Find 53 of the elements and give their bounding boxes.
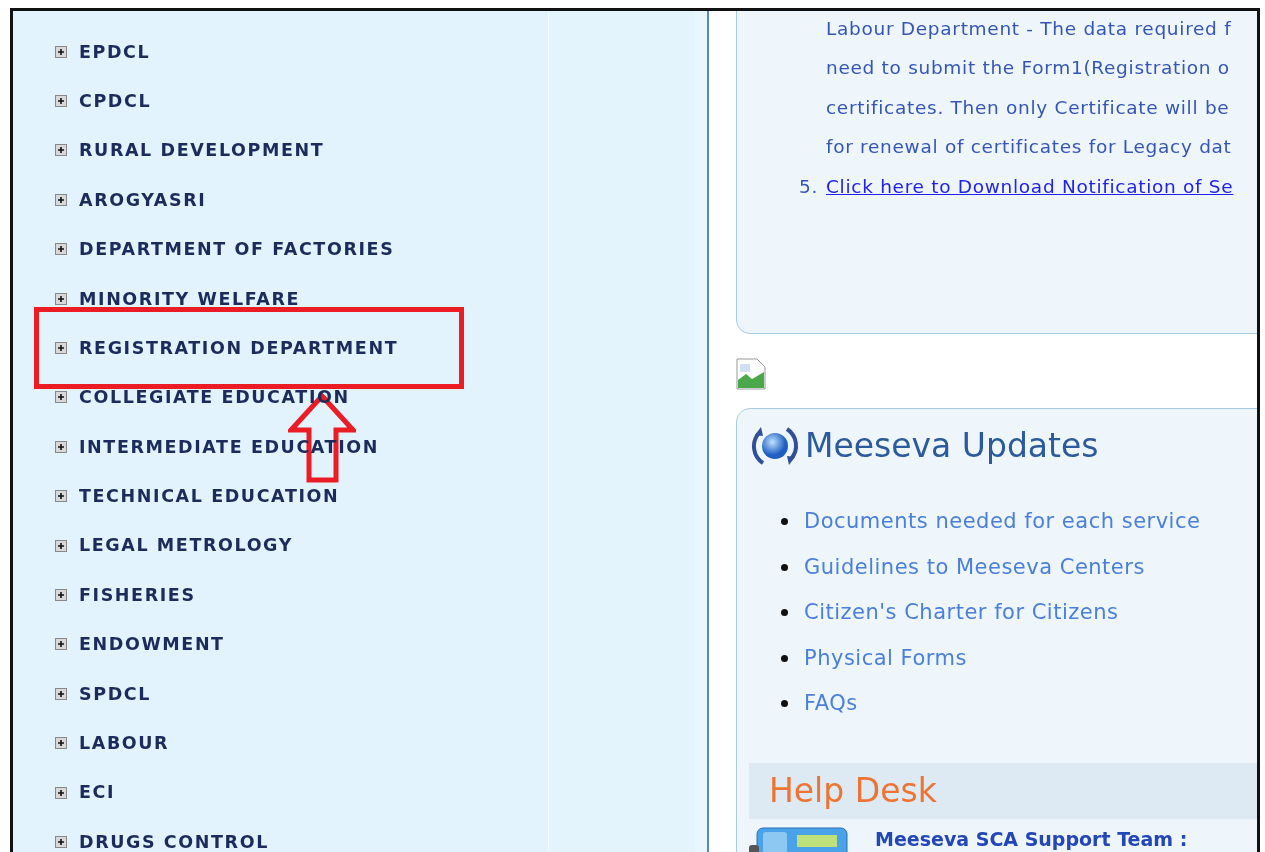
sidebar-item[interactable]: ECI <box>79 779 116 806</box>
bullet-icon <box>781 609 788 617</box>
update-link[interactable]: Guidelines to Meeseva Centers <box>804 551 1145 583</box>
sidebar-item[interactable]: DRUGS CONTROL <box>79 828 269 852</box>
expand-icon[interactable] <box>55 193 67 206</box>
expand-icon[interactable] <box>55 786 67 799</box>
sidebar-item[interactable]: FISHERIES <box>79 581 196 609</box>
contact-name: Meeseva SCA Support Team : <box>875 826 1188 852</box>
sidebar-item[interactable]: LABOUR <box>79 730 170 757</box>
section-title: Meeseva Updates <box>805 425 1099 468</box>
update-link[interactable]: Citizen's Charter for Citizens <box>804 597 1119 629</box>
update-link[interactable]: Documents needed for each service <box>804 506 1201 538</box>
bullet-icon <box>781 518 788 526</box>
sidebar-item[interactable]: MINORITY WELFARE <box>79 285 301 312</box>
expand-icon[interactable] <box>55 243 67 256</box>
sidebar-item[interactable]: EPDCL <box>79 38 151 65</box>
sidebar-item[interactable]: TECHNICAL EDUCATION <box>79 483 340 510</box>
sidebar-item[interactable]: AROGYASRI <box>79 186 207 213</box>
sidebar-item[interactable]: LEGAL METROLOGY <box>79 532 293 559</box>
sidebar-item[interactable]: ENDOWMENT <box>79 631 225 658</box>
sidebar-item[interactable]: DEPARTMENT OF FACTORIES <box>79 236 395 263</box>
expand-icon[interactable] <box>55 391 67 404</box>
expand-icon[interactable] <box>55 737 67 750</box>
expand-icon[interactable] <box>55 638 67 651</box>
download-link[interactable]: Click here to Download Notification of Se <box>826 172 1234 201</box>
expand-icon[interactable] <box>55 687 67 700</box>
phone-icon <box>749 826 849 852</box>
expand-icon[interactable] <box>55 539 67 552</box>
notice-text: need to submit the Form1(Registration o <box>826 56 1230 81</box>
expand-icon[interactable] <box>55 440 67 453</box>
notice-text: certificates. Then only Certificate will be <box>826 95 1230 120</box>
expand-icon[interactable] <box>55 292 67 305</box>
expand-icon[interactable] <box>55 589 67 601</box>
update-link[interactable]: Physical Forms <box>804 642 967 674</box>
sidebar-item[interactable]: RURAL DEVELOPMENT <box>79 137 325 164</box>
list-number: 5. <box>797 174 819 199</box>
expand-icon[interactable] <box>55 835 67 848</box>
broken-image-icon <box>736 358 766 390</box>
expand-icon[interactable] <box>55 490 67 503</box>
sidebar-item[interactable]: SPDCL <box>79 680 151 707</box>
bullet-icon <box>781 563 788 571</box>
notice-text: Labour Department - The data required f <box>826 16 1232 41</box>
expand-icon[interactable] <box>55 342 67 355</box>
help-desk-title: Help Desk <box>769 769 937 812</box>
expand-icon[interactable] <box>55 45 67 58</box>
expand-icon[interactable] <box>55 95 67 108</box>
bullet-icon <box>781 654 788 662</box>
bullet-icon <box>781 700 788 708</box>
notice-text: for renewal of certificates for Legacy dat <box>826 135 1232 160</box>
sidebar-item[interactable]: CPDCL <box>79 87 152 115</box>
sidebar-item[interactable]: REGISTRATION DEPARTMENT <box>79 334 399 362</box>
update-link[interactable]: FAQs <box>804 688 858 720</box>
expand-icon[interactable] <box>55 144 67 157</box>
